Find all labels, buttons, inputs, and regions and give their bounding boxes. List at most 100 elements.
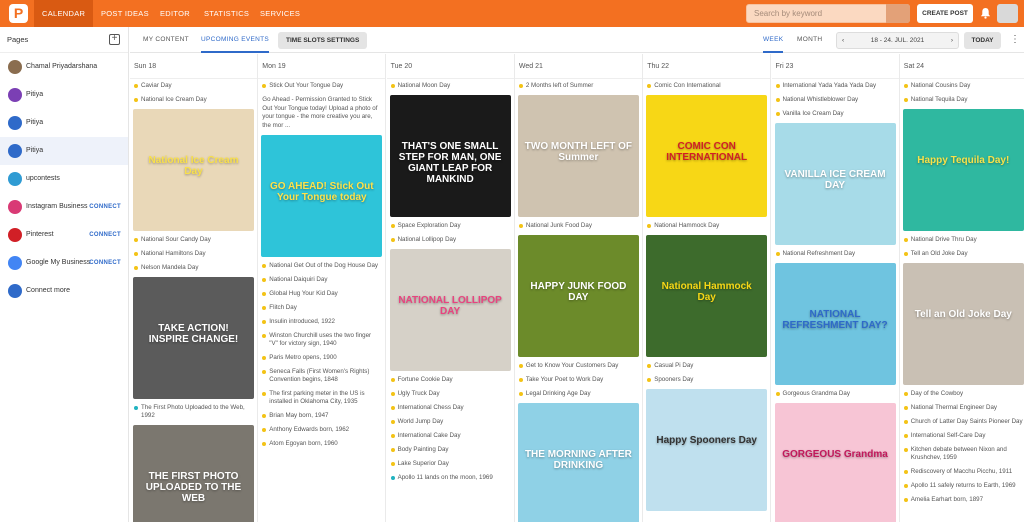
sidebar-account[interactable]: Pitiya bbox=[0, 109, 128, 137]
post-image-card[interactable]: TAKE ACTION! INSPIRE CHANGE! bbox=[133, 277, 254, 399]
event-item[interactable]: Legal Drinking Age Day bbox=[515, 387, 642, 401]
event-item[interactable]: National Drive Thru Day bbox=[900, 233, 1024, 247]
time-slots-settings-button[interactable]: TIME SLOTS SETTINGS bbox=[278, 32, 368, 49]
event-item[interactable]: National Hammock Day bbox=[643, 219, 770, 233]
add-page-button[interactable]: + bbox=[109, 34, 120, 45]
event-item[interactable]: Spooners Day bbox=[643, 373, 770, 387]
event-item[interactable]: Amelia Earhart born, 1897 bbox=[900, 493, 1024, 507]
event-item[interactable]: Kitchen debate between Nixon and Krushch… bbox=[900, 443, 1024, 465]
connect-link[interactable]: CONNECT bbox=[89, 221, 121, 249]
nav-item-services[interactable]: SERVICES bbox=[252, 0, 308, 27]
event-item[interactable]: Atom Egoyan born, 1960 bbox=[258, 437, 385, 451]
post-image-card[interactable]: National Hammock Day bbox=[646, 235, 768, 357]
post-image-card[interactable]: THAT'S ONE SMALL STEP FOR MAN, ONE GIANT… bbox=[389, 95, 511, 217]
event-item[interactable]: Gorgeous Grandma Day bbox=[772, 387, 899, 401]
date-range-navigator[interactable]: ‹ 18 - 24. JUL. 2021 › bbox=[836, 32, 959, 49]
post-image-card[interactable]: VANILLA ICE CREAM DAY bbox=[774, 123, 896, 245]
user-avatar[interactable] bbox=[997, 4, 1018, 23]
event-item[interactable]: Church of Latter Day Saints Pioneer Day bbox=[900, 415, 1024, 429]
post-image-card[interactable]: Tell an Old Joke Day bbox=[902, 263, 1024, 385]
event-item[interactable]: Insulin introduced, 1922 bbox=[258, 315, 385, 329]
event-item[interactable]: National Refreshment Day bbox=[772, 247, 899, 261]
post-image-card[interactable]: THE MORNING AFTER DRINKING bbox=[517, 403, 639, 522]
event-item[interactable]: Body Painting Day bbox=[387, 443, 514, 457]
event-item[interactable]: 2 Months left of Summer bbox=[515, 79, 642, 93]
post-image-card[interactable]: TWO MONTH LEFT OF Summer bbox=[517, 95, 639, 217]
event-item[interactable]: Caviar Day bbox=[130, 79, 257, 93]
event-item[interactable]: Rediscovery of Macchu Picchu, 1911 bbox=[900, 465, 1024, 479]
post-image-card[interactable]: NATIONAL LOLLIPOP DAY bbox=[389, 249, 511, 371]
event-item[interactable]: International Cake Day bbox=[387, 429, 514, 443]
event-item[interactable]: Stick Out Your Tongue Day bbox=[258, 79, 385, 93]
connect-link[interactable]: CONNECT bbox=[89, 193, 121, 221]
sidebar-account[interactable]: Chamal Priyadarshana bbox=[0, 53, 128, 81]
post-image-card[interactable]: THE FIRST PHOTO UPLOADED TO THE WEB bbox=[133, 425, 254, 522]
nav-item-statistics[interactable]: STATISTICS bbox=[196, 0, 257, 27]
post-image-card[interactable]: GORGEOUS Grandma bbox=[774, 403, 896, 522]
tab-my-content[interactable]: MY CONTENT bbox=[143, 27, 189, 53]
sidebar-account[interactable]: Pitiya bbox=[0, 81, 128, 109]
event-item[interactable]: Space Exploration Day bbox=[387, 219, 514, 233]
event-item[interactable]: National Hamiltons Day bbox=[130, 247, 257, 261]
nav-item-calendar[interactable]: CALENDAR bbox=[34, 0, 94, 27]
event-item[interactable]: Ugly Truck Day bbox=[387, 387, 514, 401]
tab-month[interactable]: MONTH bbox=[797, 27, 822, 53]
event-item[interactable]: International Yada Yada Yada Day bbox=[772, 79, 899, 93]
event-item[interactable]: Anthony Edwards born, 1962 bbox=[258, 423, 385, 437]
event-item[interactable]: National Whistleblower Day bbox=[772, 93, 899, 107]
event-item[interactable]: Winston Churchill uses the two finger "V… bbox=[258, 329, 385, 351]
post-text-preview[interactable]: Go Ahead - Permission Granted to Stick O… bbox=[258, 93, 385, 133]
nav-item-post-ideas[interactable]: POST IDEAS bbox=[93, 0, 157, 27]
event-item[interactable]: National Ice Cream Day bbox=[130, 93, 257, 107]
sidebar-account[interactable]: upcontests bbox=[0, 165, 128, 193]
more-options-icon[interactable]: ⋮ bbox=[1010, 34, 1020, 45]
event-item[interactable]: National Thermal Engineer Day bbox=[900, 401, 1024, 415]
create-post-button[interactable]: CREATE POST bbox=[917, 4, 973, 23]
event-item[interactable]: Flitch Day bbox=[258, 301, 385, 315]
search-button[interactable] bbox=[886, 4, 910, 23]
event-item[interactable]: National Cousins Day bbox=[900, 79, 1024, 93]
event-item[interactable]: National Sour Candy Day bbox=[130, 233, 257, 247]
sidebar-account[interactable]: Google My Business CONNECT bbox=[0, 249, 128, 277]
post-image-card[interactable]: Happy Tequila Day! bbox=[902, 109, 1024, 231]
event-item[interactable]: World Jump Day bbox=[387, 415, 514, 429]
event-item[interactable]: Get to Know Your Customers Day bbox=[515, 359, 642, 373]
event-item[interactable]: Paris Metro opens, 1900 bbox=[258, 351, 385, 365]
event-item[interactable]: Nelson Mandela Day bbox=[130, 261, 257, 275]
post-image-card[interactable]: COMIC CON INTERNATIONAL bbox=[646, 95, 768, 217]
event-item[interactable]: Lake Superior Day bbox=[387, 457, 514, 471]
event-item[interactable]: Tell an Old Joke Day bbox=[900, 247, 1024, 261]
event-item[interactable]: The First Photo Uploaded to the Web, 199… bbox=[130, 401, 257, 423]
event-item[interactable]: National Junk Food Day bbox=[515, 219, 642, 233]
today-button[interactable]: TODAY bbox=[964, 32, 1001, 49]
sidebar-account[interactable]: Instagram Business CONNECT bbox=[0, 193, 128, 221]
event-item[interactable]: International Chess Day bbox=[387, 401, 514, 415]
event-item[interactable]: Day of the Cowboy bbox=[900, 387, 1024, 401]
event-item[interactable]: Apollo 11 safely returns to Earth, 1969 bbox=[900, 479, 1024, 493]
event-item[interactable]: Vanilla Ice Cream Day bbox=[772, 107, 899, 121]
event-item[interactable]: International Self-Care Day bbox=[900, 429, 1024, 443]
post-image-card[interactable]: National Ice Cream Day bbox=[133, 109, 254, 231]
tab-week[interactable]: WEEK bbox=[763, 27, 784, 53]
app-logo[interactable]: P bbox=[9, 4, 28, 23]
sidebar-account[interactable]: Pitiya bbox=[0, 137, 128, 165]
event-item[interactable]: National Moon Day bbox=[387, 79, 514, 93]
chevron-right-icon[interactable]: › bbox=[951, 33, 953, 48]
bell-icon[interactable] bbox=[980, 7, 991, 19]
event-item[interactable]: Brian May born, 1947 bbox=[258, 409, 385, 423]
event-item[interactable]: Casual Pi Day bbox=[643, 359, 770, 373]
post-image-card[interactable]: GO AHEAD! Stick Out Your Tongue today bbox=[261, 135, 383, 257]
connect-link[interactable]: CONNECT bbox=[89, 249, 121, 277]
sidebar-account[interactable]: Connect more bbox=[0, 277, 128, 305]
event-item[interactable]: National Lollipop Day bbox=[387, 233, 514, 247]
event-item[interactable]: The first parking meter in the US is ins… bbox=[258, 387, 385, 409]
event-item[interactable]: Fortune Cookie Day bbox=[387, 373, 514, 387]
event-item[interactable]: Seneca Falls (First Women's Rights) Conv… bbox=[258, 365, 385, 387]
post-image-card[interactable]: Happy Spooners Day bbox=[646, 389, 768, 511]
post-image-card[interactable]: HAPPY JUNK FOOD DAY bbox=[517, 235, 639, 357]
event-item[interactable]: Global Hug Your Kid Day bbox=[258, 287, 385, 301]
event-item[interactable]: National Tequila Day bbox=[900, 93, 1024, 107]
event-item[interactable]: National Daiquiri Day bbox=[258, 273, 385, 287]
sidebar-account[interactable]: Pinterest CONNECT bbox=[0, 221, 128, 249]
event-item[interactable]: Take Your Poet to Work Day bbox=[515, 373, 642, 387]
